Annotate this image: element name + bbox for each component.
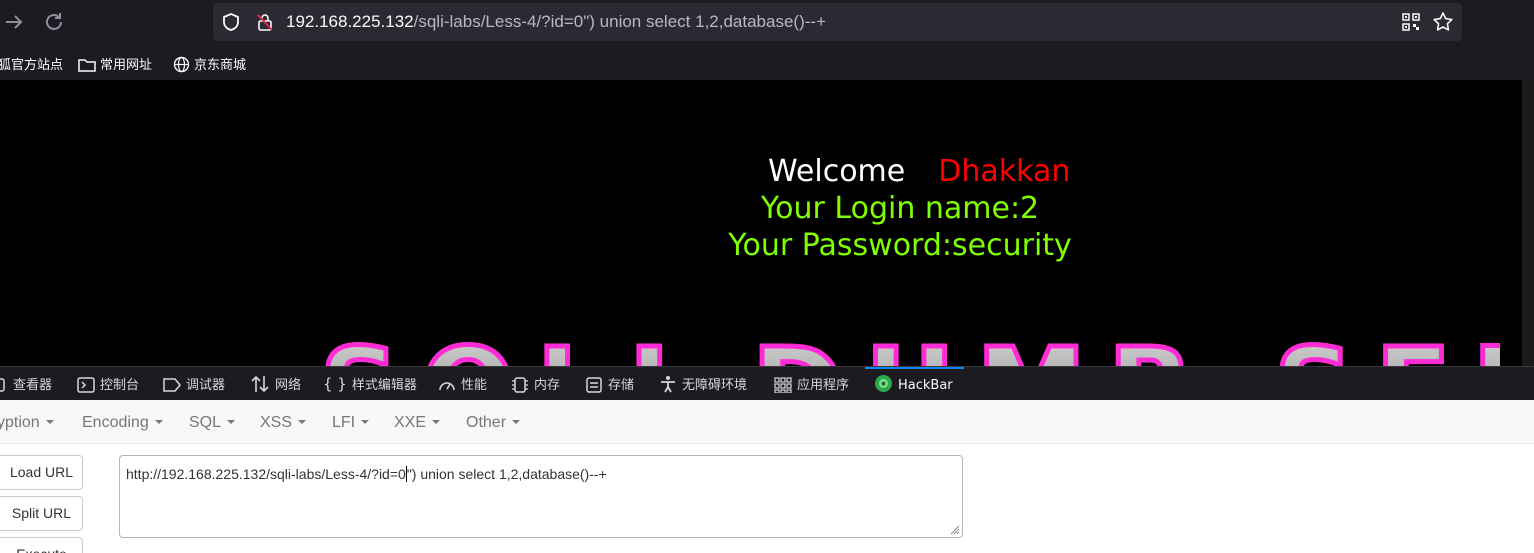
url-text-before-cursor: http://192.168.225.132/sqli-labs/Less-4/… [126,466,406,482]
tab-label: 控制台 [100,378,140,393]
load-url-button[interactable]: Load URL [0,455,83,490]
caret-down-icon [45,420,54,424]
network-arrows-icon [251,375,269,393]
tab-console[interactable]: 控制台 [77,374,139,393]
tracking-protection-shield-icon[interactable] [221,12,241,32]
active-tab-indicator [865,367,964,369]
caret-down-icon [227,420,236,424]
welcome-text: Welcome [768,154,906,189]
menu-label: LFI [332,414,356,431]
forward-icon[interactable] [2,10,26,34]
inspector-icon [0,378,5,392]
bookmark-jd[interactable]: 京东商城 [173,54,246,73]
tab-network[interactable]: 网络 [250,374,301,393]
bookmark-label: 狐官方站点 [0,58,64,73]
tab-application[interactable]: 应用程序 [774,374,850,394]
bookmark-label: 京东商城 [194,58,247,73]
menu-label: yption [0,414,40,431]
bookmark-label: 常用网址 [100,58,153,73]
menu-label: SQL [189,414,222,431]
console-icon [77,377,95,393]
banner-text: SQLI DUMB SERIES-4 [320,338,1500,366]
qr-code-icon[interactable] [1402,13,1420,31]
page-scrollbar[interactable] [1522,80,1534,366]
menu-label: XSS [260,414,293,431]
bookmark-official-site[interactable]: 狐官方站点 [0,54,63,73]
insecure-lock-icon[interactable] [255,12,275,32]
password-text: Your Password:security [728,228,1072,263]
tab-label: 性能 [461,378,488,393]
hackbar-logo-icon [875,375,892,392]
braces-icon: { } [323,375,347,393]
tab-hackbar[interactable]: HackBar [874,374,953,393]
menu-sql[interactable]: SQL [189,414,236,432]
caret-down-icon [361,420,370,424]
url-host: 192.168.225.132 [286,12,414,31]
devtools-tab-bar: 查看器 控制台 调试器 网络 { } 样式编辑器 性能 内存 存储 无障碍环境 应… [0,366,1534,400]
hackbar-panel: yption Encoding SQL XSS LFI XXE Other Lo… [0,400,1534,553]
execute-button[interactable]: Execute [0,537,83,553]
accessibility-person-icon [661,376,675,393]
url-bar[interactable]: 192.168.225.132/sqli-labs/Less-4/?id=0")… [213,3,1462,41]
caret-down-icon [298,420,307,424]
menu-label: XXE [394,414,427,431]
tab-label: 样式编辑器 [351,378,417,393]
bookmark-star-icon[interactable] [1432,11,1454,33]
menu-lfi[interactable]: LFI [332,414,370,432]
caret-down-icon [512,420,521,424]
sqli-dumb-series-banner: SQLI DUMB SERIES-4 [318,338,1501,366]
tab-debugger[interactable]: 调试器 [163,374,225,393]
tab-label: 存储 [608,378,635,393]
menu-label: Encoding [82,414,149,431]
resize-handle-icon[interactable] [950,525,960,535]
tab-style-editor[interactable]: { } 样式编辑器 [323,374,417,393]
memory-chip-icon [512,377,528,393]
menu-encoding[interactable]: Encoding [82,414,163,432]
tab-memory[interactable]: 内存 [511,374,560,393]
globe-icon [173,56,190,73]
browser-toolbar: 192.168.225.132/sqli-labs/Less-4/?id=0")… [0,0,1534,46]
page-content: Welcome Dhakkan Your Login name:2 Your Pa… [0,80,1534,366]
storage-icon [586,377,602,393]
tab-label: 内存 [534,378,561,393]
menu-xxe[interactable]: XXE [394,414,441,432]
tab-performance[interactable]: 性能 [438,374,487,393]
url-text[interactable]: 192.168.225.132/sqli-labs/Less-4/?id=0")… [286,12,826,32]
menu-label: Other [466,414,507,431]
split-url-button[interactable]: Split URL [0,496,83,531]
hackbar-menubar: yption Encoding SQL XSS LFI XXE Other [0,400,1534,444]
tab-label: HackBar [898,378,953,393]
tab-label: 无障碍环境 [682,378,748,393]
bookmarks-bar: 狐官方站点 常用网址 京东商城 [0,46,1534,80]
login-name-text: Your Login name:2 [760,191,1040,226]
tab-accessibility[interactable]: 无障碍环境 [659,374,747,393]
folder-icon [78,59,96,72]
hackbar-url-textarea[interactable]: http://192.168.225.132/sqli-labs/Less-4/… [119,455,963,538]
tab-storage[interactable]: 存储 [585,374,634,393]
bookmark-folder-common[interactable]: 常用网址 [78,54,152,73]
application-grid-icon [774,377,792,394]
debugger-icon [163,378,181,392]
reload-icon[interactable] [42,10,66,34]
welcome-message: Welcome Dhakkan [768,154,1070,189]
menu-xss[interactable]: XSS [260,414,307,432]
gauge-icon [439,382,455,391]
tab-label: 应用程序 [797,378,850,393]
tab-label: 查看器 [13,378,53,393]
tab-label: 网络 [275,378,302,393]
menu-other[interactable]: Other [466,414,521,432]
url-path: /sqli-labs/Less-4/?id=0") union select 1… [413,12,826,31]
caret-down-icon [432,420,441,424]
tab-inspector[interactable]: 查看器 [0,374,52,393]
menu-encryption[interactable]: yption [0,414,54,432]
user-name: Dhakkan [938,154,1071,189]
tab-label: 调试器 [186,378,226,393]
url-text-after-cursor: ") union select 1,2,database()--+ [406,466,607,482]
caret-down-icon [154,420,163,424]
